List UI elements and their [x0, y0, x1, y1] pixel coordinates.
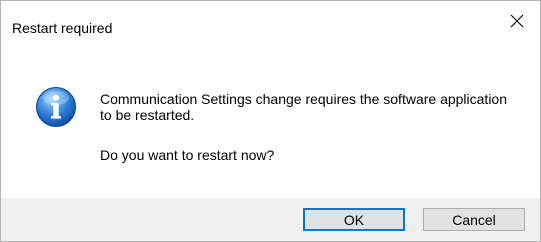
ok-button[interactable]: OK	[303, 208, 405, 231]
information-icon	[36, 87, 76, 127]
restart-dialog: Restart required Communication Settings …	[0, 0, 541, 242]
message-text: Communication Settings change requires t…	[100, 91, 508, 123]
dialog-body: Communication Settings change requires t…	[1, 41, 540, 181]
question-text: Do you want to restart now?	[100, 147, 275, 163]
cancel-button[interactable]: Cancel	[423, 208, 525, 231]
dialog-title: Restart required	[12, 20, 113, 36]
button-bar: OK Cancel	[1, 198, 540, 241]
close-button[interactable]	[494, 1, 540, 41]
close-icon	[510, 14, 524, 28]
title-bar: Restart required	[1, 1, 540, 41]
